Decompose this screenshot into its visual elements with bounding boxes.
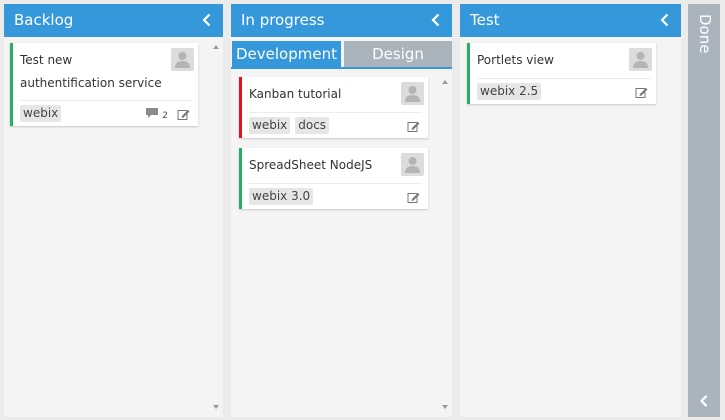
column-header-backlog: Backlog [4, 4, 223, 37]
comment-icon [146, 108, 159, 118]
scroll-up-icon[interactable] [213, 45, 219, 49]
tag: docs [295, 117, 330, 134]
card-footer: webix docs [249, 112, 422, 138]
card[interactable]: Test new authentification service webix … [10, 43, 198, 126]
tag-list: webix docs [249, 113, 334, 134]
edit-icon[interactable] [177, 106, 190, 120]
scrollbar[interactable] [438, 72, 452, 417]
edit-icon[interactable] [407, 189, 420, 203]
tag-list: webix 3.0 [249, 184, 318, 205]
tag: webix 3.0 [249, 188, 314, 205]
edit-icon[interactable] [635, 84, 648, 98]
tag: webix [20, 105, 62, 122]
card-text: Portlets view [477, 53, 554, 67]
chevron-left-icon[interactable] [697, 393, 711, 407]
scroll-up-icon[interactable] [442, 80, 448, 84]
avatar[interactable] [629, 48, 652, 71]
card-footer: webix 3.0 [249, 183, 422, 209]
kanban-board: Backlog Test new authentification servic… [0, 0, 725, 420]
card-footer: webix 2.5 [477, 78, 650, 104]
card-text: SpreadSheet NodeJS [249, 158, 373, 172]
column-title: Backlog [14, 11, 74, 29]
card[interactable]: Kanban tutorial webix docs [239, 77, 428, 138]
scroll-down-icon[interactable] [442, 405, 448, 409]
column-in-progress: In progress Development Design Kanban tu… [231, 4, 452, 417]
column-test: Test Portlets view webix 2.5 [460, 4, 681, 417]
card[interactable]: SpreadSheet NodeJS webix 3.0 [239, 148, 428, 209]
edit-icon[interactable] [407, 118, 420, 132]
column-title: In progress [241, 11, 325, 29]
chevron-left-icon[interactable] [657, 12, 673, 28]
avatar[interactable] [171, 48, 194, 71]
column-backlog: Backlog Test new authentification servic… [4, 4, 223, 417]
card-text: Test new authentification service [20, 53, 162, 90]
column-title: Done [696, 14, 714, 54]
comment-count-value: 2 [162, 111, 168, 121]
tab-development[interactable]: Development [232, 41, 341, 67]
tag: webix [249, 117, 291, 134]
column-header-test: Test [460, 4, 681, 37]
chevron-left-icon[interactable] [428, 12, 444, 28]
tab-design[interactable]: Design [344, 41, 452, 67]
avatar[interactable] [401, 153, 424, 176]
comment-count[interactable]: 2 [145, 107, 168, 121]
column-done-collapsed[interactable]: Done [688, 4, 720, 417]
scrollbar[interactable] [209, 37, 223, 417]
chevron-left-icon[interactable] [199, 12, 215, 28]
column-title-vertical: Done [688, 14, 720, 74]
card[interactable]: Portlets view webix 2.5 [467, 43, 656, 104]
tag-list: webix [20, 101, 66, 122]
column-header-in-progress: In progress [231, 4, 452, 37]
card-text: Kanban tutorial [249, 87, 342, 101]
scroll-down-icon[interactable] [213, 405, 219, 409]
tag-list: webix 2.5 [477, 79, 546, 100]
column-title: Test [470, 11, 500, 29]
column-body-in-progress: Development Design Kanban tutorial webix… [231, 37, 452, 417]
column-body-test: Portlets view webix 2.5 [460, 37, 681, 417]
column-body-backlog: Test new authentification service webix … [4, 37, 223, 417]
tab-bar: Development Design [231, 37, 452, 69]
card-footer: webix 2 [20, 100, 192, 126]
avatar[interactable] [401, 82, 424, 105]
tag: webix 2.5 [477, 83, 542, 100]
